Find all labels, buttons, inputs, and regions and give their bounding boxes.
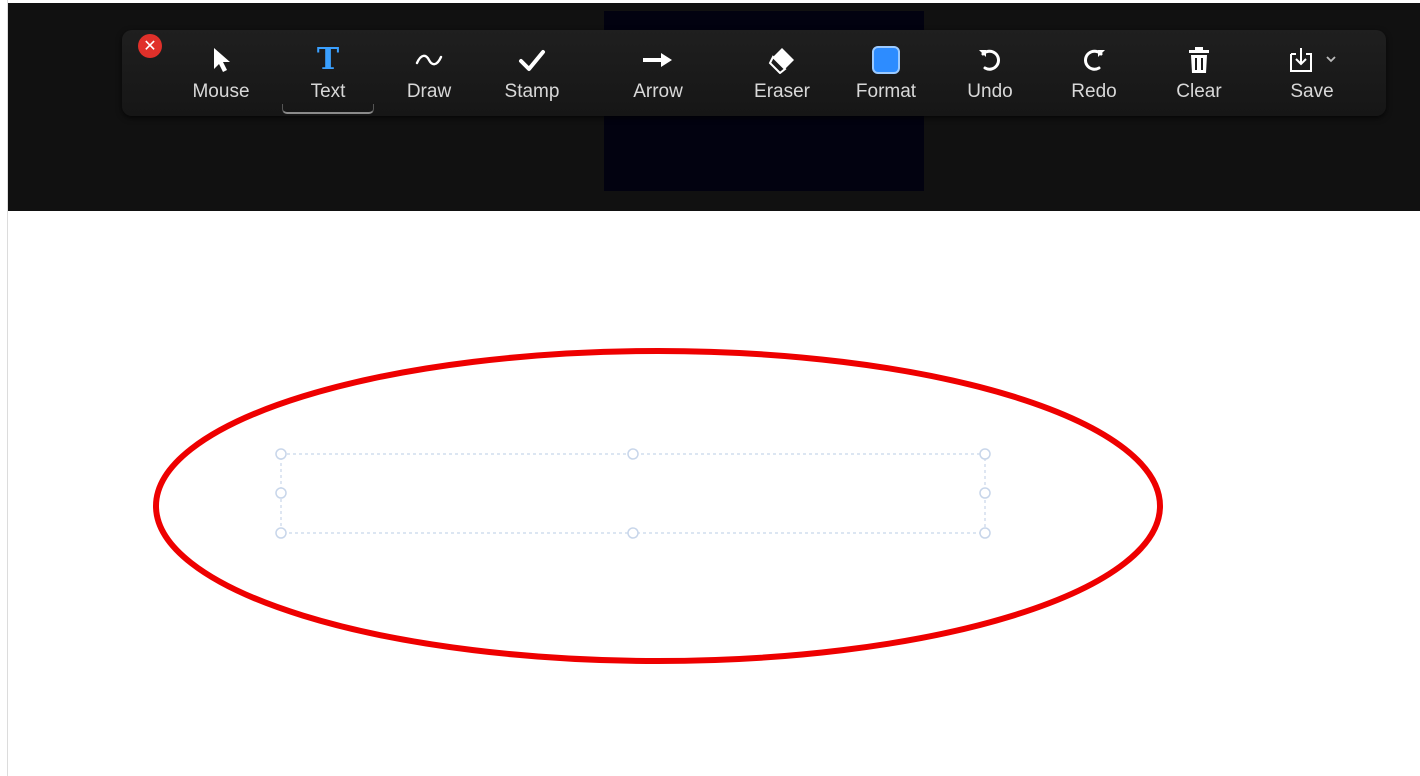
resize-handle-middle-left[interactable]: [275, 487, 287, 499]
highlight-ellipse: [153, 348, 1163, 664]
annotation-overlay: [153, 348, 1163, 664]
text-box-outline: [280, 453, 986, 534]
resize-handle-top-left[interactable]: [275, 448, 287, 460]
resize-handle-top-right[interactable]: [979, 448, 991, 460]
resize-handle-bottom-left[interactable]: [275, 527, 287, 539]
resize-handle-bottom-center[interactable]: [627, 527, 639, 539]
text-box[interactable]: [275, 448, 991, 539]
resize-handle-middle-right[interactable]: [979, 487, 991, 499]
resize-handle-bottom-right[interactable]: [979, 527, 991, 539]
resize-handle-top-center[interactable]: [627, 448, 639, 460]
